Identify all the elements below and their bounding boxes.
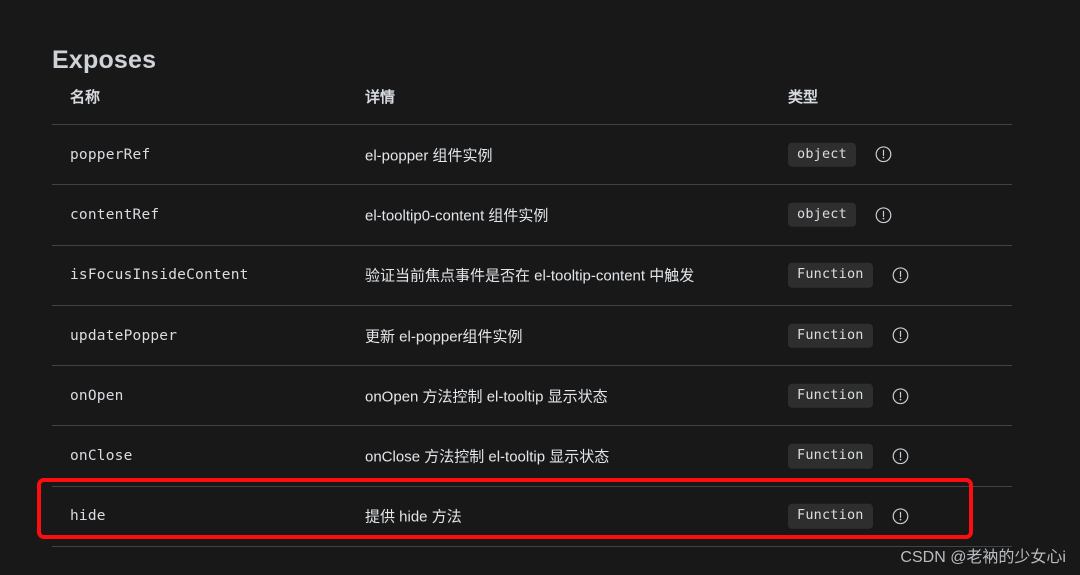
type-badge: Function [788,383,873,409]
table-body: popperRef el-popper 组件实例 object contentR… [52,124,1012,548]
row-detail: onOpen 方法控制 el-tooltip 显示状态 [365,388,608,406]
row-type: Function [788,383,909,409]
row-detail: 提供 hide 方法 [365,508,462,526]
type-badge: Function [788,323,873,348]
row-type: Function [788,504,909,529]
exposes-table: 名称 详情 类型 popperRef el-popper 组件实例 object… [52,86,1012,548]
info-circle-icon[interactable] [892,267,909,284]
table-row-contentRef[interactable]: contentRef el-tooltip0-content 组件实例 obje… [52,184,1012,244]
info-circle-icon[interactable] [892,508,909,525]
row-type: Function [788,443,909,469]
table-header-row: 名称 详情 类型 [52,86,1012,124]
row-name: contentRef [70,206,160,223]
row-detail: 更新 el-popper组件实例 [365,328,523,346]
column-header-name: 名称 [70,89,101,106]
row-detail: el-popper 组件实例 [365,147,493,165]
row-type: Function [788,323,909,348]
row-name: popperRef [70,146,151,163]
info-circle-icon[interactable] [892,448,909,465]
page-title: Exposes [52,46,157,74]
info-circle-icon[interactable] [875,206,892,223]
row-name: onOpen [70,387,124,404]
info-circle-icon[interactable] [875,146,892,163]
row-name: hide [70,508,106,525]
type-badge: object [788,202,856,228]
page-background: Exposes 名称 详情 类型 popperRef el-popper 组件实… [0,0,1080,575]
row-detail: 验证当前焦点事件是否在 el-tooltip-content 中触发 [365,267,695,285]
info-circle-icon[interactable] [892,327,909,344]
row-type: Function [788,262,909,288]
watermark: CSDN @老衲的少女心i [900,549,1066,566]
type-badge: Function [788,262,873,288]
row-name: updatePopper [70,327,178,344]
info-circle-icon[interactable] [892,387,909,404]
column-header-detail: 详情 [365,89,396,106]
type-badge: object [788,142,856,167]
row-type: object [788,202,892,228]
table-row-updatePopper[interactable]: updatePopper 更新 el-popper组件实例 Function [52,304,1012,365]
table-row-hide[interactable]: hide 提供 hide 方法 Function [52,485,1012,548]
column-header-type: 类型 [788,89,819,106]
type-badge: Function [788,504,873,529]
row-detail: onClose 方法控制 el-tooltip 显示状态 [365,448,610,466]
row-name: isFocusInsideContent [70,267,249,284]
table-row-onOpen[interactable]: onOpen onOpen 方法控制 el-tooltip 显示状态 Funct… [52,365,1012,425]
type-badge: Function [788,443,873,469]
table-row-popperRef[interactable]: popperRef el-popper 组件实例 object [52,124,1012,184]
row-detail: el-tooltip0-content 组件实例 [365,207,549,225]
table-row-onClose[interactable]: onClose onClose 方法控制 el-tooltip 显示状态 Fun… [52,425,1012,485]
table-row-isFocusInsideContent[interactable]: isFocusInsideContent 验证当前焦点事件是否在 el-tool… [52,244,1012,305]
row-type: object [788,142,892,167]
row-name: onClose [70,448,133,465]
